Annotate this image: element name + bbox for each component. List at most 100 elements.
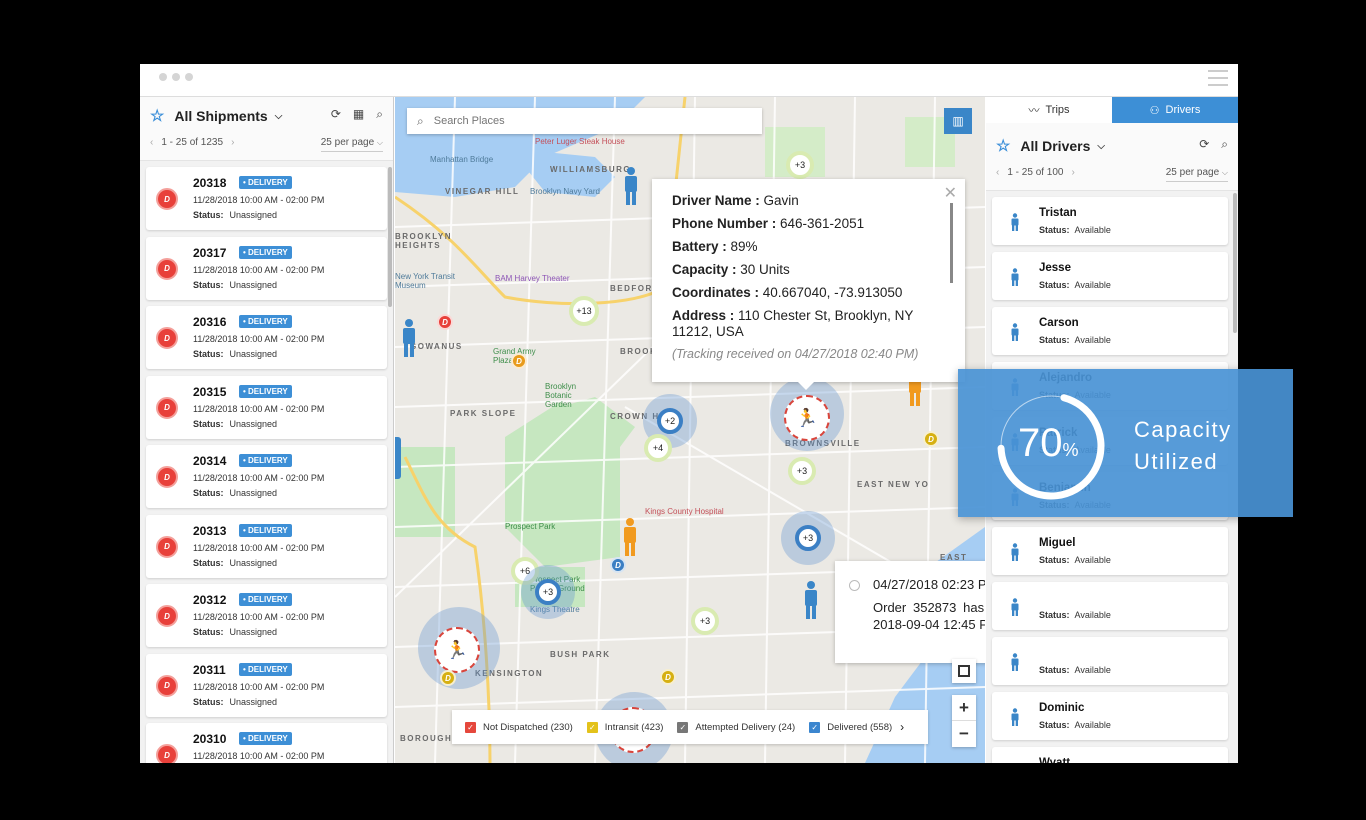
delivery-pin[interactable]: D bbox=[923, 431, 939, 447]
driver-card[interactable]: Miguel Status: Available bbox=[992, 527, 1228, 575]
per-page-select[interactable]: 25 per page ⌵ bbox=[320, 137, 383, 152]
fullscreen-icon bbox=[958, 665, 970, 677]
shipment-card[interactable]: D 20317 • DELIVERY 11/28/2018 10:00 AM - 02… bbox=[146, 236, 387, 300]
search-icon[interactable]: ⌕ bbox=[1221, 137, 1228, 152]
poi-label[interactable]: Brooklyn Botanic Garden bbox=[545, 382, 595, 409]
window-dot[interactable] bbox=[172, 73, 180, 81]
panel-collapse-handle[interactable] bbox=[395, 437, 401, 479]
search-icon[interactable]: ⌕ bbox=[376, 107, 383, 122]
checkbox-icon[interactable]: ✓ bbox=[809, 721, 821, 733]
legend-item[interactable]: ✓ Not Dispatched (230) bbox=[465, 721, 573, 733]
map-cluster[interactable]: +3 bbox=[795, 525, 821, 551]
driver-card[interactable]: Status: Available bbox=[992, 582, 1228, 630]
map-cluster[interactable]: +3 bbox=[788, 457, 816, 485]
shipment-card[interactable]: D 20318 • DELIVERY 11/28/2018 10:00 AM - 02… bbox=[146, 167, 387, 230]
drivers-filter-dropdown[interactable]: ☆ All Drivers ⌵ bbox=[996, 136, 1105, 156]
driver-card[interactable]: Dominic Status: Available bbox=[992, 692, 1228, 740]
checkbox-icon[interactable]: ✓ bbox=[465, 721, 476, 733]
driver-marker-icon[interactable] bbox=[621, 517, 639, 557]
map-cluster[interactable]: +13 bbox=[569, 296, 599, 326]
poi-label[interactable]: Peter Luger Steak House bbox=[535, 137, 625, 146]
delivery-pin[interactable]: D bbox=[437, 314, 453, 330]
map-cluster[interactable]: +4 bbox=[644, 434, 672, 462]
delivery-pin[interactable]: D bbox=[511, 353, 527, 369]
map-cluster[interactable]: +3 bbox=[691, 607, 719, 635]
driver-card[interactable]: Jesse Status: Available bbox=[992, 252, 1228, 300]
info-label: Driver Name : bbox=[672, 193, 760, 208]
window-dot[interactable] bbox=[159, 73, 167, 81]
delivery-pin[interactable]: D bbox=[610, 557, 626, 573]
calendar-icon[interactable]: ▦ bbox=[353, 107, 364, 122]
runner-marker-icon[interactable]: 🏃 bbox=[784, 395, 830, 441]
checkbox-icon[interactable]: ✓ bbox=[586, 721, 598, 733]
shipment-type-tag: • DELIVERY bbox=[239, 732, 292, 745]
radio-icon[interactable] bbox=[849, 580, 860, 591]
runner-marker-icon[interactable]: 🏃 bbox=[434, 627, 480, 673]
refresh-icon[interactable]: ⟳ bbox=[331, 107, 341, 122]
shipment-id: 20316 bbox=[193, 315, 227, 329]
legend-item[interactable]: ✓ Delivered (558) bbox=[809, 721, 892, 733]
driver-card[interactable]: Carson Status: Available bbox=[992, 307, 1228, 355]
shipment-card[interactable]: D 20314 • DELIVERY 11/28/2018 10:00 AM - 02… bbox=[146, 445, 387, 508]
chevron-right-icon[interactable]: › bbox=[900, 720, 904, 734]
map-type-button[interactable]: ▥ bbox=[944, 108, 972, 134]
map-cluster[interactable]: +3 bbox=[786, 151, 814, 179]
scrollbar[interactable] bbox=[388, 167, 392, 307]
shipment-card[interactable]: D 20313 • DELIVERY 11/28/2018 10:00 AM - 02… bbox=[146, 514, 387, 578]
driver-marker-icon[interactable] bbox=[400, 318, 418, 358]
next-page-icon[interactable]: › bbox=[231, 137, 234, 148]
poi-label[interactable]: Brooklyn Navy Yard bbox=[530, 187, 600, 196]
refresh-icon[interactable]: ⟳ bbox=[1199, 137, 1209, 152]
window-dot[interactable] bbox=[185, 73, 193, 81]
shipment-id: 20317 bbox=[193, 245, 227, 260]
zoom-in-button[interactable]: + bbox=[952, 695, 976, 721]
driver-status: Status: Available bbox=[1039, 225, 1111, 235]
shipment-card[interactable]: D 20311 • DELIVERY 11/28/2018 10:00 AM - 02… bbox=[146, 653, 387, 717]
search-places-bar[interactable]: ⌕ bbox=[407, 108, 762, 134]
zoom-out-button[interactable]: − bbox=[952, 721, 976, 747]
next-page-icon[interactable]: › bbox=[1072, 167, 1075, 178]
shipment-card[interactable]: D 20316 • DELIVERY 11/28/2018 10:00 AM - 02… bbox=[146, 306, 387, 369]
poi-label[interactable]: Prospect Park bbox=[505, 522, 555, 531]
delivery-pin[interactable]: D bbox=[440, 670, 456, 686]
shipment-card[interactable]: D 20312 • DELIVERY 11/28/2018 10:00 AM - 02… bbox=[146, 584, 387, 647]
legend-label: Not Dispatched (230) bbox=[483, 721, 573, 733]
legend-item[interactable]: ✓ Intransit (423) bbox=[586, 721, 663, 733]
hamburger-icon[interactable] bbox=[1208, 70, 1228, 86]
poi-label[interactable]: BAM Harvey Theater bbox=[495, 274, 570, 283]
map-label: BROOKLYN HEIGHTS bbox=[395, 232, 453, 250]
map-cluster[interactable]: +3 bbox=[535, 579, 561, 605]
scrollbar[interactable] bbox=[950, 203, 953, 283]
scrollbar[interactable] bbox=[1233, 193, 1237, 333]
close-icon[interactable]: ✕ bbox=[944, 183, 957, 203]
map-cluster[interactable]: +2 bbox=[657, 408, 683, 434]
driver-card[interactable]: Status: Available bbox=[992, 637, 1228, 685]
star-icon[interactable]: ☆ bbox=[150, 106, 164, 126]
driver-card[interactable]: Tristan Status: Available bbox=[992, 197, 1228, 245]
map-view[interactable]: ⌕ ▥ WILLIAMSBURG VINEGAR HILL BROOKLYN H… bbox=[395, 97, 985, 763]
checkbox-icon[interactable]: ✓ bbox=[677, 721, 689, 733]
prev-page-icon[interactable]: ‹ bbox=[996, 167, 999, 178]
driver-marker-icon[interactable] bbox=[622, 166, 640, 206]
per-page-select[interactable]: 25 per page ⌵ bbox=[1165, 167, 1228, 182]
poi-label[interactable]: Manhattan Bridge bbox=[430, 155, 493, 164]
legend-item[interactable]: ✓ Attempted Delivery (24) bbox=[677, 721, 795, 733]
shipment-card[interactable]: D 20315 • DELIVERY 11/28/2018 10:00 AM - 02… bbox=[146, 375, 387, 439]
map-cluster[interactable]: +6 bbox=[511, 557, 539, 585]
tab-trips[interactable]: 〰 Trips bbox=[986, 97, 1112, 123]
delivery-pin[interactable]: D bbox=[660, 669, 676, 685]
poi-label[interactable]: Kings County Hospital bbox=[645, 507, 724, 516]
shipment-card[interactable]: D 20310 • DELIVERY 11/28/2018 10:00 AM - 02… bbox=[146, 723, 387, 763]
star-icon[interactable]: ☆ bbox=[996, 136, 1010, 156]
tab-drivers[interactable]: ⚇ Drivers bbox=[1112, 97, 1238, 129]
shipments-filter-dropdown[interactable]: ☆ All Shipments ⌵ bbox=[150, 106, 282, 126]
capacity-utilized-card: 70% Capacity Utilized bbox=[958, 369, 1293, 517]
fullscreen-button[interactable] bbox=[952, 659, 976, 683]
status-value: Available bbox=[1074, 720, 1111, 730]
driver-marker-icon[interactable] bbox=[802, 580, 820, 620]
search-places-input[interactable] bbox=[433, 115, 724, 127]
driver-card[interactable]: WyattStatus:Available bbox=[992, 747, 1228, 763]
poi-label[interactable]: New York Transit Museum bbox=[395, 272, 465, 290]
prev-page-icon[interactable]: ‹ bbox=[150, 137, 153, 148]
poi-label[interactable]: Kings Theatre bbox=[530, 605, 580, 614]
